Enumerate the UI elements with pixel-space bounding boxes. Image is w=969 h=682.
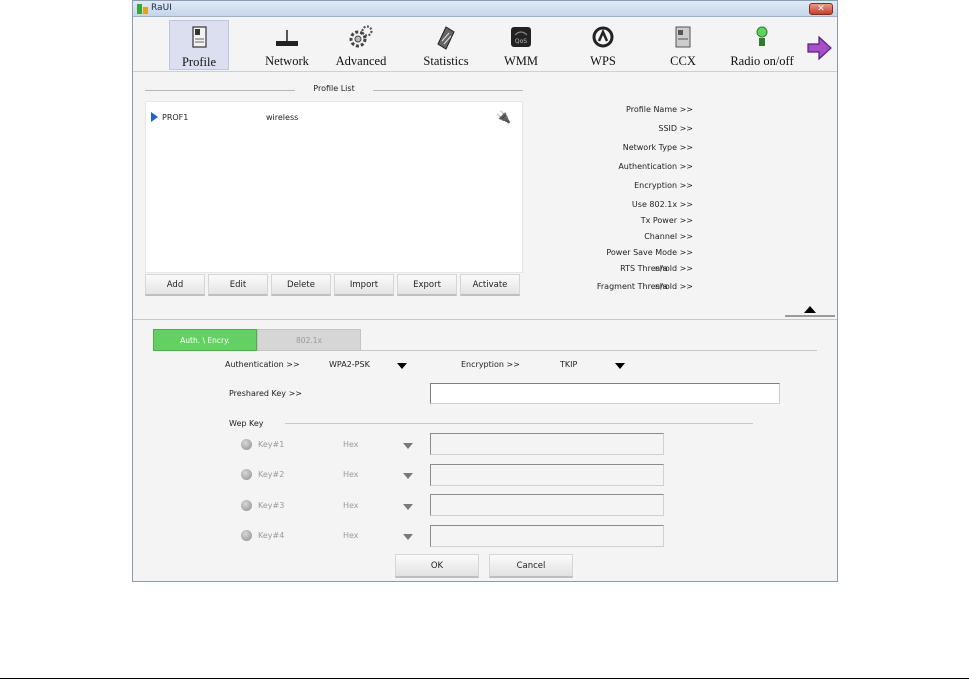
profile-ssid: wireless: [266, 113, 299, 122]
wep-key1-format[interactable]: Hex: [343, 440, 359, 449]
info-tx-power: Tx Power >>: [640, 216, 693, 225]
toolbar-network-button[interactable]: Network: [255, 20, 319, 70]
toolbar-wps-button[interactable]: WPS: [581, 20, 625, 70]
info-fragment-threshold: Fragment Threshold >>: [596, 282, 693, 291]
toolbar-ccx-label: CCX: [670, 54, 696, 68]
radio-icon: [756, 26, 768, 46]
toolbar-network-label: Network: [265, 54, 309, 68]
profile-list-heading: Profile List: [313, 84, 355, 93]
collapse-up-icon: [804, 306, 816, 313]
wep-key-heading: Wep Key: [229, 419, 264, 428]
wep-key2-dropdown-icon[interactable]: [403, 473, 413, 479]
toolbar-advanced-button[interactable]: Advanced: [323, 20, 399, 70]
cancel-button[interactable]: Cancel: [489, 554, 573, 578]
activate-button[interactable]: Activate: [460, 274, 520, 296]
advanced-gears-icon: [349, 25, 373, 48]
rts-threshold-value: n/a: [655, 264, 668, 273]
profile-list[interactable]: PROF1 wireless 🔌: [145, 101, 523, 273]
app-icon: [137, 4, 148, 14]
toolbar-statistics-label: Statistics: [423, 54, 469, 68]
wep-key3-dropdown-icon[interactable]: [403, 504, 413, 510]
authentication-select[interactable]: WPA2-PSK: [329, 360, 370, 369]
purple-arrow-right-icon[interactable]: [805, 34, 833, 62]
wep-key1-label: Key#1: [258, 440, 285, 449]
profile-name: PROF1: [162, 113, 189, 122]
tab-8021x[interactable]: 802.1x: [257, 329, 361, 351]
wep-key2-label: Key#2: [258, 470, 285, 479]
toolbar-profile-label: Profile: [181, 55, 217, 69]
ccx-icon: [675, 26, 691, 48]
statistics-icon: [437, 26, 455, 50]
divider: [285, 423, 753, 424]
toolbar-ccx-button[interactable]: CCX: [659, 20, 707, 70]
preshared-key-input[interactable]: [430, 383, 780, 404]
info-ssid: SSID >>: [658, 124, 693, 133]
ok-button[interactable]: OK: [395, 554, 479, 578]
toolbar: Profile Network Advanced Statistics QoS …: [133, 18, 837, 72]
encryption-select[interactable]: TKIP: [560, 360, 577, 369]
network-icon: [276, 30, 298, 46]
wep-key2-radio[interactable]: [241, 469, 252, 480]
export-button[interactable]: Export: [397, 274, 457, 296]
profile-icon: [192, 26, 207, 48]
wep-key4-format[interactable]: Hex: [343, 531, 359, 540]
tab-auth-encry[interactable]: Auth. \ Encry.: [153, 329, 257, 351]
info-profile-name: Profile Name >>: [626, 105, 693, 114]
fragment-threshold-value: n/a: [655, 282, 668, 291]
toolbar-profile-button[interactable]: Profile: [169, 20, 229, 70]
info-authentication: Authentication >>: [618, 162, 693, 171]
wps-icon: [592, 26, 614, 48]
toolbar-wmm-label: WMM: [503, 54, 539, 68]
page-bottom-rule: [0, 678, 969, 679]
wep-key3-label: Key#3: [258, 501, 285, 510]
plug-icon: 🔌: [496, 110, 511, 124]
wep-key4-input[interactable]: [430, 525, 664, 547]
wep-key2-format[interactable]: Hex: [343, 470, 359, 479]
wep-key4-dropdown-icon[interactable]: [403, 534, 413, 540]
toolbar-advanced-label: Advanced: [335, 54, 387, 68]
wep-key4-radio[interactable]: [241, 530, 252, 541]
info-encryption: Encryption >>: [634, 181, 693, 190]
wep-key1-dropdown-icon[interactable]: [403, 443, 413, 449]
svg-text:QoS: QoS: [515, 38, 527, 45]
toolbar-wps-label: WPS: [590, 54, 616, 68]
import-button[interactable]: Import: [334, 274, 394, 296]
profile-button-row: Add Edit Delete Import Export Activate: [145, 274, 523, 298]
add-button[interactable]: Add: [145, 274, 205, 296]
collapse-button[interactable]: [785, 303, 835, 317]
wep-key4-label: Key#4: [258, 531, 285, 540]
title-bar: RaUI ✕: [133, 1, 837, 17]
profile-row[interactable]: PROF1 wireless 🔌: [146, 110, 522, 124]
toolbar-wmm-button[interactable]: QoS WMM: [499, 20, 543, 70]
wmm-qos-icon: QoS: [511, 27, 531, 47]
preshared-key-label: Preshared Key >>: [229, 389, 302, 398]
wep-key2-input[interactable]: [430, 464, 664, 486]
close-button[interactable]: ✕: [809, 3, 833, 15]
info-channel: Channel >>: [644, 232, 693, 241]
selected-arrow-icon: [151, 112, 158, 122]
wep-key3-input[interactable]: [430, 494, 664, 516]
info-network-type: Network Type >>: [622, 143, 693, 152]
toolbar-statistics-button[interactable]: Statistics: [413, 20, 479, 70]
delete-button[interactable]: Delete: [271, 274, 331, 296]
wep-key3-radio[interactable]: [241, 500, 252, 511]
info-power-save-mode: Power Save Mode >>: [606, 248, 693, 257]
profile-list-header: Profile List: [145, 84, 523, 96]
info-use-8021x: Use 802.1x >>: [631, 200, 693, 209]
auth-encryption-panel: Auth. \ Encry. 802.1x Authentication >> …: [133, 319, 837, 581]
window-title: RaUI: [151, 3, 172, 13]
raui-window: RaUI ✕ Profile Network Advanced Statisti…: [132, 0, 838, 582]
toolbar-radio-button[interactable]: Radio on/off: [725, 20, 799, 70]
toolbar-radio-label: Radio on/off: [730, 54, 794, 68]
wep-key1-radio[interactable]: [241, 439, 252, 450]
wep-key3-format[interactable]: Hex: [343, 501, 359, 510]
authentication-label: Authentication >>: [225, 360, 300, 369]
authentication-dropdown-icon[interactable]: [397, 363, 407, 369]
edit-button[interactable]: Edit: [208, 274, 268, 296]
wep-key1-input[interactable]: [430, 433, 664, 455]
encryption-label: Encryption >>: [461, 360, 520, 369]
encryption-dropdown-icon[interactable]: [615, 363, 625, 369]
